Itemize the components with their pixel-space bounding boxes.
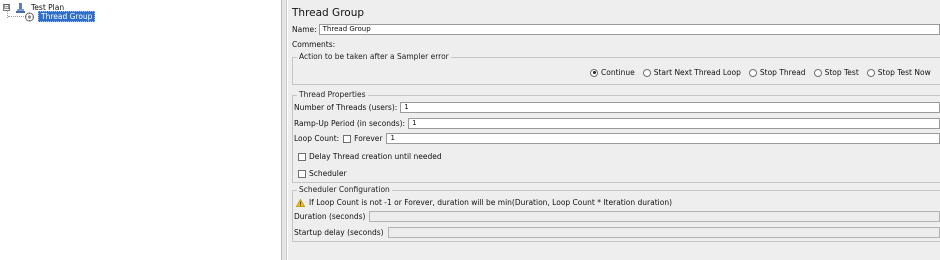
startup-delay-label: Startup delay (seconds)	[294, 228, 384, 237]
startup-delay-field[interactable]	[387, 227, 940, 238]
radio-label: Stop Thread	[759, 68, 806, 77]
scheduler-config-group: Scheduler Configuration If Loop Count is…	[292, 185, 940, 242]
radio-button[interactable]	[813, 68, 822, 77]
warning-text: If Loop Count is not -1 or Forever, dura…	[309, 198, 673, 207]
group-title: Action to be taken after a Sampler error	[297, 52, 451, 61]
scheduler-row[interactable]: Scheduler	[298, 169, 347, 178]
delay-row[interactable]: Delay Thread creation until needed	[298, 152, 442, 161]
radio-start-next-thread-loop[interactable]: Start Next Thread Loop	[642, 68, 741, 77]
radio-stop-thread[interactable]: Stop Thread	[748, 68, 806, 77]
warning-icon	[295, 198, 306, 207]
radio-label: Stop Test Now	[877, 68, 931, 77]
duration-row: Duration (seconds)	[294, 211, 940, 222]
name-label: Name:	[292, 25, 317, 34]
name-field[interactable]: Thread Group	[318, 24, 940, 35]
warning-row: If Loop Count is not -1 or Forever, dura…	[295, 198, 673, 207]
radio-stop-test-now[interactable]: Stop Test Now	[866, 68, 931, 77]
scheduler-label: Scheduler	[309, 169, 347, 178]
splitter-handle[interactable]	[282, 0, 287, 260]
forever-checkbox[interactable]	[343, 134, 352, 143]
scheduler-checkbox[interactable]	[298, 169, 306, 178]
group-title: Thread Properties	[297, 90, 368, 99]
sampler-error-group: Action to be taken after a Sampler error…	[292, 52, 940, 85]
tree-item-thread-group[interactable]: Thread Group	[24, 11, 96, 22]
comments-row: Comments:	[292, 40, 940, 49]
loop-label: Loop Count:	[294, 134, 340, 143]
delay-label: Delay Thread creation until needed	[309, 152, 442, 161]
group-title: Scheduler Configuration	[297, 185, 392, 194]
thread-group-icon	[24, 12, 35, 22]
radio-label: Start Next Thread Loop	[653, 68, 741, 77]
radio-label: Stop Test	[824, 68, 859, 77]
radio-button[interactable]	[642, 68, 651, 77]
tree-item-label: Thread Group	[38, 11, 96, 22]
radio-button[interactable]	[866, 68, 875, 77]
tree-connector	[8, 16, 24, 17]
loop-count-field[interactable]: 1	[386, 133, 940, 144]
threads-label: Number of Threads (users):	[294, 103, 398, 112]
sampler-error-options: Continue Start Next Thread Loop Stop Thr…	[590, 68, 939, 77]
thread-properties-group: Thread Properties Number of Threads (use…	[292, 90, 940, 183]
duration-label: Duration (seconds)	[294, 212, 366, 221]
rampup-row: Ramp-Up Period (in seconds): 1	[294, 118, 940, 129]
tree-panel: ⊟ Test Plan Thread Group	[0, 0, 282, 260]
rampup-field[interactable]: 1	[408, 118, 940, 129]
radio-stop-test[interactable]: Stop Test	[813, 68, 859, 77]
radio-label: Continue	[601, 68, 635, 77]
radio-button[interactable]	[748, 68, 757, 77]
threads-row: Number of Threads (users): 1	[294, 102, 940, 113]
name-row: Name: Thread Group	[292, 24, 940, 35]
loop-row: Loop Count: Forever 1	[294, 133, 940, 144]
startup-delay-row: Startup delay (seconds)	[294, 227, 940, 238]
rampup-label: Ramp-Up Period (in seconds):	[294, 119, 406, 128]
duration-field[interactable]	[369, 211, 940, 222]
radio-continue[interactable]: Continue	[590, 68, 635, 77]
comments-label: Comments:	[292, 40, 336, 49]
delay-checkbox[interactable]	[298, 152, 306, 161]
thread-group-panel: Thread Group Name: Thread Group Comments…	[288, 0, 940, 260]
radio-button[interactable]	[590, 68, 598, 77]
forever-label: Forever	[354, 134, 383, 143]
threads-field[interactable]: 1	[400, 102, 940, 113]
page-title: Thread Group	[292, 7, 365, 19]
